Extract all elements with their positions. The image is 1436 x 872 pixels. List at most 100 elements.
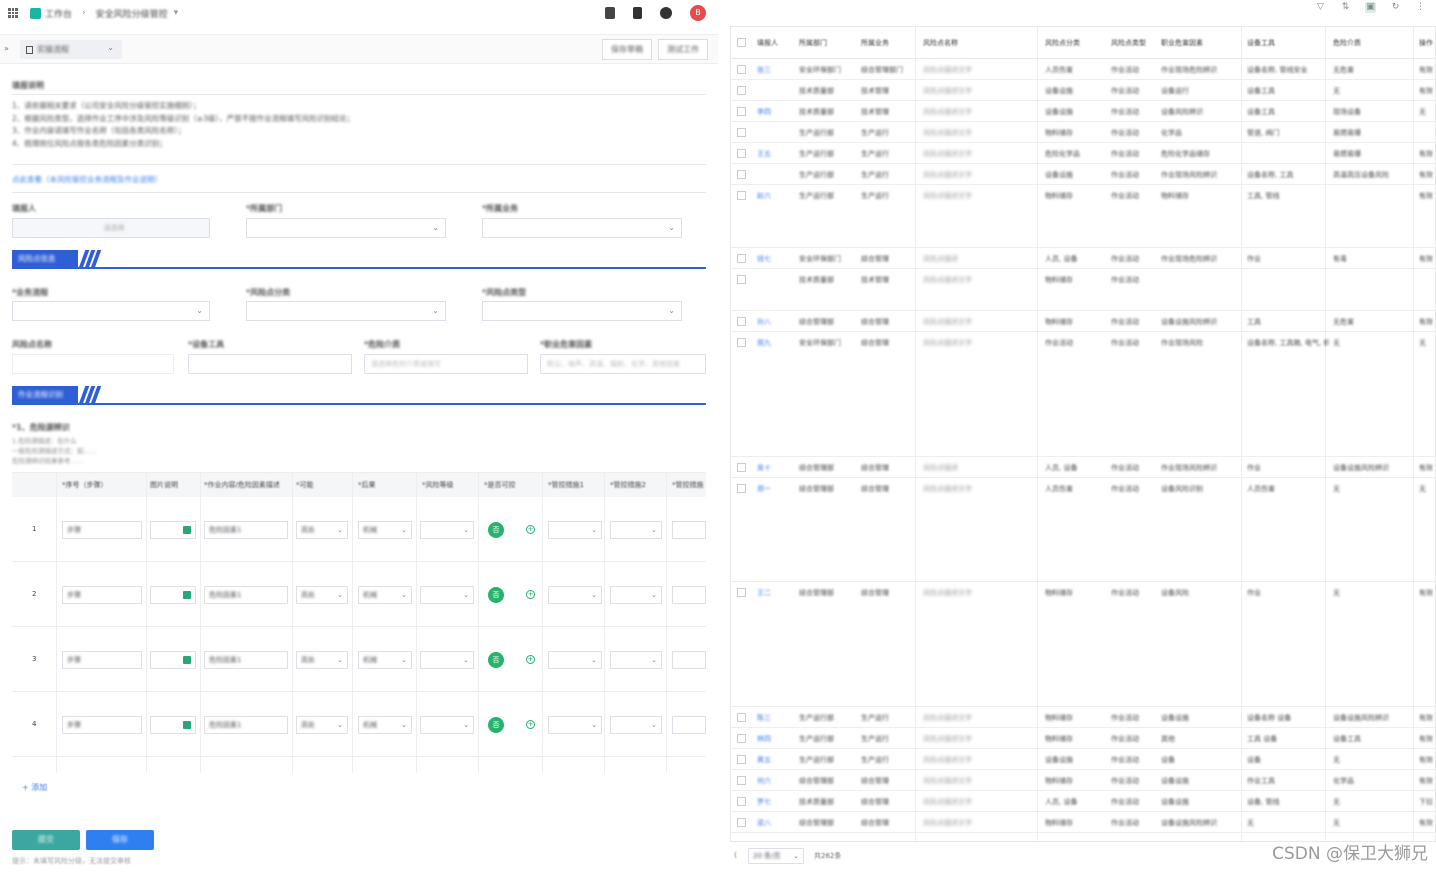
measure3-select[interactable] — [672, 521, 706, 539]
image-upload[interactable] — [150, 716, 196, 734]
row-checkbox[interactable] — [737, 65, 746, 74]
add-icon[interactable]: + — [526, 720, 535, 729]
row-checkbox[interactable] — [737, 338, 746, 347]
possibility-select[interactable]: 高处 ⌄ — [296, 651, 348, 669]
pager-prev-icon[interactable]: ⟨ — [734, 851, 737, 859]
table-cell[interactable]: 周九 — [757, 338, 795, 348]
submit-button[interactable]: 提交 — [12, 830, 80, 850]
table-row[interactable]: 何六 综合管理部 综合管理 风险点描述文字 物料储存 作业活动 设备设施 作业工具 化学品 有效 — [731, 770, 1435, 791]
apps-grid-icon[interactable] — [8, 8, 18, 18]
row-checkbox[interactable] — [737, 484, 746, 493]
table-row[interactable]: 梁八 综合管理部 综合管理 风险点描述文字 物料储存 作业活动 设备设施风险辨识 无 无 有效 — [731, 812, 1435, 833]
occupational-input[interactable]: 粉尘、噪声、高温、辐射、化学、其他因素 — [540, 354, 706, 374]
risk-type-select[interactable]: ⌄ — [482, 301, 682, 321]
medium-input[interactable]: 请选择危险介质或填写 — [364, 354, 528, 374]
measure1-select[interactable]: ⌄ — [548, 716, 602, 734]
row-checkbox[interactable] — [737, 317, 746, 326]
row-checkbox[interactable] — [737, 797, 746, 806]
table-cell[interactable]: 赵六 — [757, 191, 795, 201]
filter-icon[interactable]: ▽ — [1315, 2, 1326, 13]
document-icon[interactable] — [605, 7, 615, 19]
risk-level-select[interactable]: ⌄ — [420, 586, 474, 604]
test-button[interactable]: 测试工作 — [658, 39, 708, 60]
settings-icon[interactable]: ⋮ — [1415, 2, 1426, 13]
table-row[interactable]: 陈三 生产运行部 生产运行 风险点描述文字 物料储存 作业活动 设备设施 设备名称 设备 设备设… — [731, 707, 1435, 728]
process-dropdown[interactable]: 实操流程 ⌄ — [20, 40, 122, 59]
table-row[interactable]: 张三 安全环保部门 综合管理部门 风险点描述文字 人员伤害 作业活动 作业现场危险辨识 设备名… — [731, 59, 1435, 80]
measure1-select[interactable]: ⌄ — [548, 521, 602, 539]
row-checkbox[interactable] — [737, 275, 746, 284]
risk-level-select[interactable]: ⌄ — [420, 716, 474, 734]
row-checkbox[interactable] — [737, 191, 746, 200]
table-row[interactable]: 赵六 生产运行部 生产运行 风险点描述文字 物料储存 作业活动 物料储存 工具, 管线 有效 — [731, 185, 1435, 248]
controllable-badge[interactable]: 否 — [488, 652, 504, 668]
risk-category-select[interactable]: ⌄ — [246, 301, 446, 321]
row-checkbox[interactable] — [737, 734, 746, 743]
table-row[interactable]: 孙八 综合管理部 综合管理 风险点描述文字 物料储存 作业活动 设备设施风险辨识 工具 无危害 有… — [731, 311, 1435, 332]
table-row[interactable]: 生产运行部 生产运行 风险点描述文字 设备设施 作业活动 作业现场风险辨识 设备名称, 工具… — [731, 164, 1435, 185]
consequence-select[interactable]: 机械 ⌄ — [358, 586, 412, 604]
table-row[interactable]: 罗七 技术质量部 综合管理 风险点描述文字 人员, 设备 作业活动 设备设施 设备, 管线 无 下… — [731, 791, 1435, 812]
table-row[interactable]: 钱七 安全环保部门 综合管理 风险点描述 人员, 设备 作业活动 作业现场危险辨识 作业 有毒 有… — [731, 248, 1435, 269]
table-row[interactable]: 生产运行部 生产运行 风险点描述文字 物料储存 作业活动 化学品 管道, 阀门 易燃易爆 — [731, 122, 1435, 143]
business-select[interactable]: ⌄ — [482, 218, 682, 238]
table-row[interactable]: 王五 生产运行部 生产运行 风险点描述文字 危险化学品 作业活动 危险化学品储存 易燃易爆 有效 — [731, 143, 1435, 164]
content-input[interactable]: 危险因素1 — [204, 651, 288, 669]
table-row[interactable]: 技术质量部 技术管理 风险点描述文字 物料储存 作业活动 — [731, 269, 1435, 311]
select-all-checkbox[interactable] — [737, 38, 746, 47]
step-input[interactable]: 步骤 — [62, 716, 142, 734]
row-checkbox[interactable] — [737, 776, 746, 785]
instructions-link[interactable]: 点此查看（本风险管控业务流程及作业说明） — [12, 174, 162, 185]
row-checkbox[interactable] — [737, 86, 746, 95]
controllable-badge[interactable]: 否 — [488, 587, 504, 603]
table-row[interactable]: 周九 安全环保部门 综合管理 风险点描述文字 作业活动 作业活动 作业现场风险 设备名称, 工… — [731, 332, 1435, 457]
row-checkbox[interactable] — [737, 588, 746, 597]
possibility-select[interactable]: 高处 ⌄ — [296, 521, 348, 539]
row-checkbox[interactable] — [737, 755, 746, 764]
row-checkbox[interactable] — [737, 149, 746, 158]
breadcrumb-workspace[interactable]: 工作台 — [45, 7, 72, 20]
image-upload[interactable] — [150, 586, 196, 604]
table-cell[interactable]: 张三 — [757, 65, 795, 75]
measure2-select[interactable]: ⌄ — [610, 651, 662, 669]
risk-level-select[interactable]: ⌄ — [420, 521, 474, 539]
table-cell[interactable]: 梁八 — [757, 818, 795, 828]
save-draft-button[interactable]: 保存草稿 — [602, 39, 652, 60]
table-cell[interactable]: 陈三 — [757, 713, 795, 723]
chevron-down-icon[interactable]: ▾ — [174, 8, 179, 18]
content-input[interactable]: 危险因素1 — [204, 716, 288, 734]
help-icon[interactable] — [660, 7, 672, 19]
collapse-icon[interactable]: » — [4, 44, 9, 53]
add-row-button[interactable]: + 添加 — [22, 782, 47, 793]
risk-level-select[interactable]: ⌄ — [420, 651, 474, 669]
table-cell[interactable]: 孙八 — [757, 317, 795, 327]
measure3-select[interactable] — [672, 586, 706, 604]
step-input[interactable]: 步骤 — [62, 651, 142, 669]
measure1-select[interactable]: ⌄ — [548, 651, 602, 669]
table-cell[interactable]: 郑一 — [757, 484, 795, 494]
risk-name-input[interactable] — [12, 354, 174, 374]
export-icon[interactable]: ▣ — [1365, 2, 1376, 13]
row-checkbox[interactable] — [737, 463, 746, 472]
table-cell[interactable]: 李四 — [757, 107, 795, 117]
save-button[interactable]: 保存 — [86, 830, 154, 850]
row-checkbox[interactable] — [737, 818, 746, 827]
row-checkbox[interactable] — [737, 170, 746, 179]
measure2-select[interactable]: ⌄ — [610, 716, 662, 734]
consequence-select[interactable]: 机械 ⌄ — [358, 716, 412, 734]
table-cell[interactable]: 吴十 — [757, 463, 795, 473]
add-icon[interactable]: + — [526, 525, 535, 534]
add-icon[interactable]: + — [526, 590, 535, 599]
table-cell[interactable]: 王二 — [757, 588, 795, 598]
process-select[interactable]: ⌄ — [12, 301, 210, 321]
controllable-badge[interactable]: 否 — [488, 717, 504, 733]
table-row[interactable]: 郑一 综合管理部 综合管理 风险点描述文字 人员伤害 作业活动 设备风险识别 人员伤害 无 无 — [731, 478, 1435, 582]
table-cell[interactable]: 钱七 — [757, 254, 795, 264]
table-cell[interactable]: 林四 — [757, 734, 795, 744]
table-row[interactable]: 王二 综合管理部 综合管理 风险点描述文字 物料储存 作业活动 设备风险 作业 无 有效 — [731, 582, 1435, 707]
reporter-field[interactable]: 请选择 — [12, 218, 210, 238]
step-input[interactable]: 步骤 — [62, 521, 142, 539]
add-icon[interactable]: + — [526, 655, 535, 664]
bell-icon[interactable] — [633, 7, 642, 19]
table-row[interactable]: 吴十 综合管理部 综合管理 风险点描述 人员, 设备 作业活动 作业现场风险辨识 作业 设备设施… — [731, 457, 1435, 478]
